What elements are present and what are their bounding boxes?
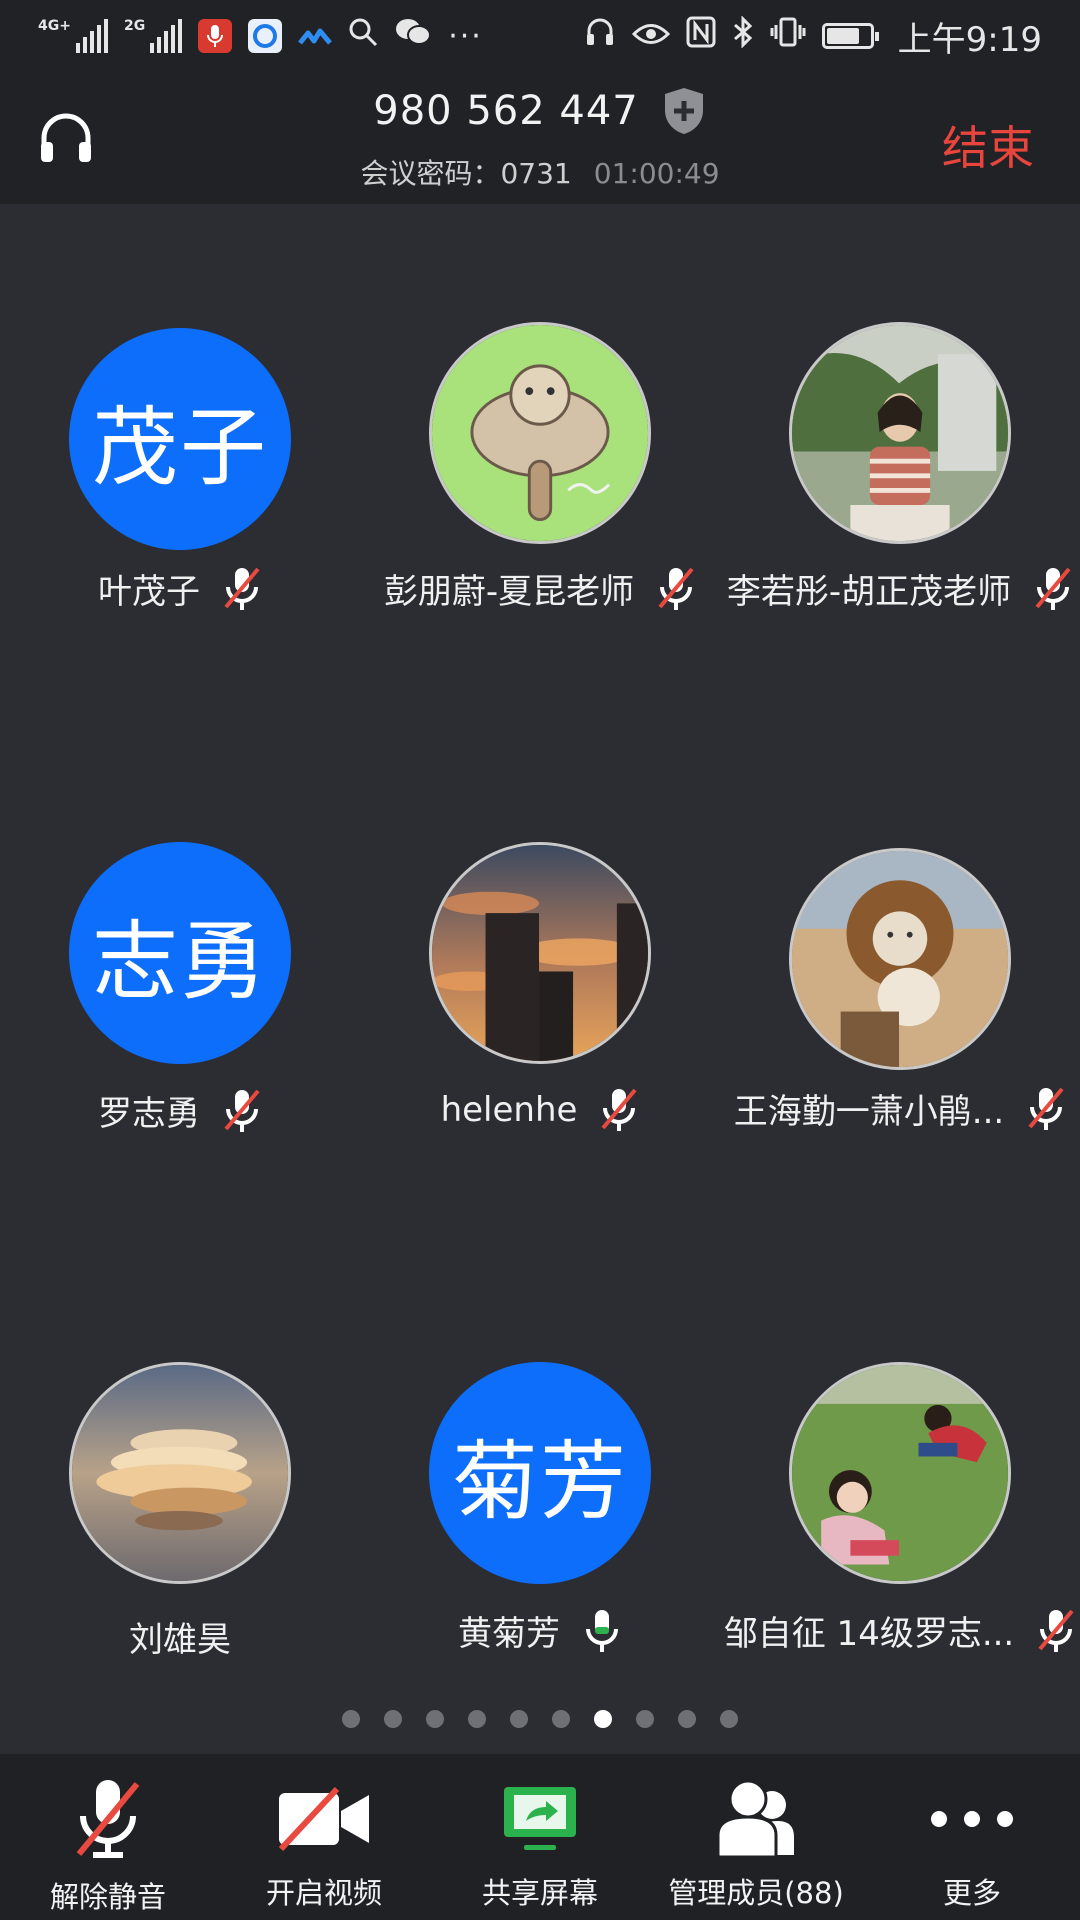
participant-tile[interactable]: 王海勤一萧小鹃... [720,848,1080,1133]
mic-muted-icon [224,1089,260,1132]
mic-muted-icon [1035,567,1071,610]
share-screen-icon [504,1787,576,1850]
start-video-button[interactable]: 开启视频 [216,1754,432,1920]
kids-on-grass-avatar [789,1362,1011,1584]
participant-tile[interactable]: 刘雄昊 [0,1362,360,1661]
mic-app-icon [198,19,233,53]
more-button[interactable]: 更多 [864,1754,1080,1920]
vibrate-icon [770,16,806,57]
password-label: 会议密码： [360,157,501,190]
avatar: 茂子 [69,328,291,550]
participant-name: 罗志勇 [98,1094,200,1134]
status-left: 4G+ 2G ··· [38,16,483,56]
page-dot[interactable] [342,1710,360,1728]
page-dot[interactable] [636,1710,654,1728]
share-screen-button[interactable]: 共享屏幕 [432,1754,648,1920]
participant-tile[interactable]: 彭朋蔚-夏昆老师 [360,322,720,613]
girl-photo-avatar [789,322,1011,544]
participant-name: 彭朋蔚-夏昆老师 [383,572,635,612]
page-indicator [0,1710,1080,1728]
cloud-avatar [69,1362,291,1584]
status-bar: 4G+ 2G ··· 上午9:19 [0,0,1080,72]
participant-tile[interactable]: helenhe [360,842,720,1134]
meeting-info: 会议密码：0731 01:00:49 [0,152,1080,192]
unmute-label: 解除静音 [49,1880,166,1914]
page-dot[interactable] [552,1710,570,1728]
members-icon [716,1779,794,1859]
participant-name: 刘雄昊 [129,1620,231,1660]
bottom-toolbar: 解除静音 开启视频 共享屏幕 管理成员(88) 更多 [0,1754,1080,1920]
mic-muted-icon [1038,1609,1074,1652]
signal-icon: 4G+ [38,19,108,53]
page-dot-active[interactable] [594,1710,612,1728]
meeting-id-row: 980 562 447 [0,86,1080,136]
mic-muted-icon [224,567,260,610]
nfc-icon [686,16,716,57]
sunset-buildings-avatar [429,842,651,1064]
mic-muted-icon [601,1088,637,1131]
participant-tile[interactable]: 茂子 叶茂子 [0,328,360,613]
headset-icon [584,16,616,57]
manage-members-label: 管理成员(88) [668,1876,844,1910]
mic-muted-icon [76,1780,140,1858]
bluetooth-icon [732,14,754,57]
status-right: 上午9:19 [584,12,1042,61]
meeting-id[interactable]: 980 562 447 [373,88,638,134]
lion-cat-avatar [789,848,1011,1070]
manage-members-button[interactable]: 管理成员(88) [648,1754,864,1920]
mic-muted-icon [658,567,694,610]
meeting-header: 980 562 447 会议密码：0731 01:00:49 结束 [0,72,1080,204]
participant-tile[interactable]: 李若彤-胡正茂老师 [720,322,1080,613]
browser-icon [248,19,283,53]
page-dot[interactable] [720,1710,738,1728]
participant-name: helenhe [440,1090,578,1130]
participant-grid: 茂子 叶茂子 彭朋蔚-夏昆老师 李若彤-胡正茂老师 志勇 罗志勇 helenhe… [0,204,1080,1704]
clock: 上午9:19 [897,19,1042,60]
end-meeting-button[interactable]: 结束 [942,112,1034,178]
unmute-button[interactable]: 解除静音 [0,1754,216,1920]
search-icon [348,16,378,56]
meeting-timer: 01:00:49 [593,157,720,190]
participant-tile[interactable]: 志勇 罗志勇 [0,842,360,1135]
participant-name: 邹自征 14级罗志... [723,1614,1015,1654]
video-off-icon [278,1787,369,1851]
avatar: 菊芳 [429,1362,651,1584]
more-icon: ··· [448,18,483,54]
app-icon [298,16,333,56]
security-shield-icon[interactable] [661,86,707,136]
participant-tile[interactable]: 邹自征 14级罗志... [720,1362,1080,1655]
participant-name: 李若彤-胡正茂老师 [726,572,1012,612]
more-icon [931,1811,1013,1827]
participant-name: 王海勤一萧小鹃... [733,1092,1005,1132]
participant-name: 叶茂子 [98,572,200,612]
page-dot[interactable] [678,1710,696,1728]
meeting-password: 0731 [500,157,572,190]
page-dot[interactable] [510,1710,528,1728]
battery-icon [821,23,879,49]
flying-squirrel-avatar [429,322,651,544]
signal-icon: 2G [124,19,183,53]
share-screen-label: 共享屏幕 [481,1876,598,1910]
more-label: 更多 [942,1876,1001,1910]
mic-active-icon [586,1609,618,1652]
battery-level [826,28,859,44]
avatar: 志勇 [69,842,291,1064]
participant-name: 黄菊芳 [458,1614,560,1654]
page-dot[interactable] [384,1710,402,1728]
wechat-icon [394,16,432,56]
page-dot[interactable] [426,1710,444,1728]
participant-tile[interactable]: 菊芳 黄菊芳 [360,1362,720,1655]
page-dot[interactable] [468,1710,486,1728]
mic-muted-icon [1028,1087,1064,1130]
start-video-label: 开启视频 [265,1876,382,1910]
eye-icon [631,16,670,56]
